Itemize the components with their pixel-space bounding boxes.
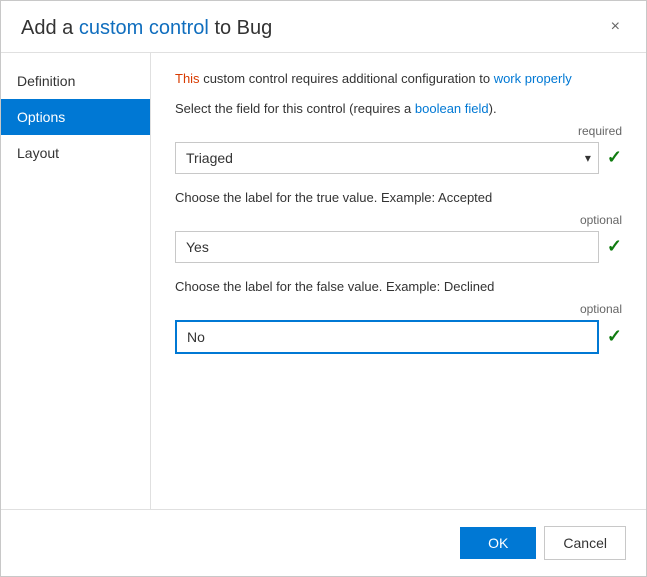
true-value-section: Choose the label for the true value. Exa… [175, 190, 622, 263]
title-prefix: Add a [21, 17, 79, 39]
true-value-check-icon: ✓ [607, 236, 622, 257]
info-text: This custom control requires additional … [175, 69, 622, 89]
dialog-body: Definition Options Layout This custom co… [1, 53, 646, 509]
close-button[interactable]: × [605, 17, 626, 37]
select-label-boolean: boolean field [415, 101, 489, 116]
title-highlight: custom control [79, 17, 209, 39]
triaged-select[interactable]: Triaged [175, 142, 599, 174]
required-check-icon: ✓ [607, 147, 622, 168]
sidebar-item-definition[interactable]: Definition [1, 63, 150, 99]
dialog-header: Add a custom control to Bug × [1, 1, 646, 53]
ok-button[interactable]: OK [460, 527, 536, 559]
optional-label-2-row: optional [175, 302, 622, 320]
false-value-label: Choose the label for the false value. Ex… [175, 279, 622, 294]
sidebar: Definition Options Layout [1, 53, 151, 509]
optional-label-2: optional [580, 302, 622, 316]
sidebar-item-options[interactable]: Options [1, 99, 150, 135]
dialog-title: Add a custom control to Bug [21, 17, 272, 40]
false-value-check-icon: ✓ [607, 326, 622, 347]
true-value-input[interactable] [175, 231, 599, 263]
field-select-section: Select the field for this control (requi… [175, 101, 622, 174]
required-label: required [578, 124, 622, 138]
title-suffix: to Bug [209, 17, 272, 39]
optional-label-1: optional [580, 213, 622, 227]
field-select-label: Select the field for this control (requi… [175, 101, 622, 116]
field-select-row: Triaged ▾ ✓ [175, 142, 622, 174]
info-text-work: work properly [494, 71, 572, 86]
false-value-row: ✓ [175, 320, 622, 354]
required-label-row: required [175, 124, 622, 142]
main-content: This custom control requires additional … [151, 53, 646, 509]
cancel-button[interactable]: Cancel [544, 526, 626, 560]
select-label-text: Select the field for this control (requi… [175, 101, 415, 116]
true-value-label: Choose the label for the true value. Exa… [175, 190, 622, 205]
select-label-close: ). [489, 101, 497, 116]
false-value-section: Choose the label for the false value. Ex… [175, 279, 622, 354]
info-text-this: This [175, 71, 200, 86]
false-value-input[interactable] [175, 320, 599, 354]
info-text-rest: custom control requires additional confi… [203, 71, 494, 86]
true-value-row: ✓ [175, 231, 622, 263]
sidebar-item-layout[interactable]: Layout [1, 135, 150, 171]
optional-label-1-row: optional [175, 213, 622, 231]
triaged-select-wrapper: Triaged ▾ [175, 142, 599, 174]
dialog-footer: OK Cancel [1, 509, 646, 576]
dialog: Add a custom control to Bug × Definition… [0, 0, 647, 577]
